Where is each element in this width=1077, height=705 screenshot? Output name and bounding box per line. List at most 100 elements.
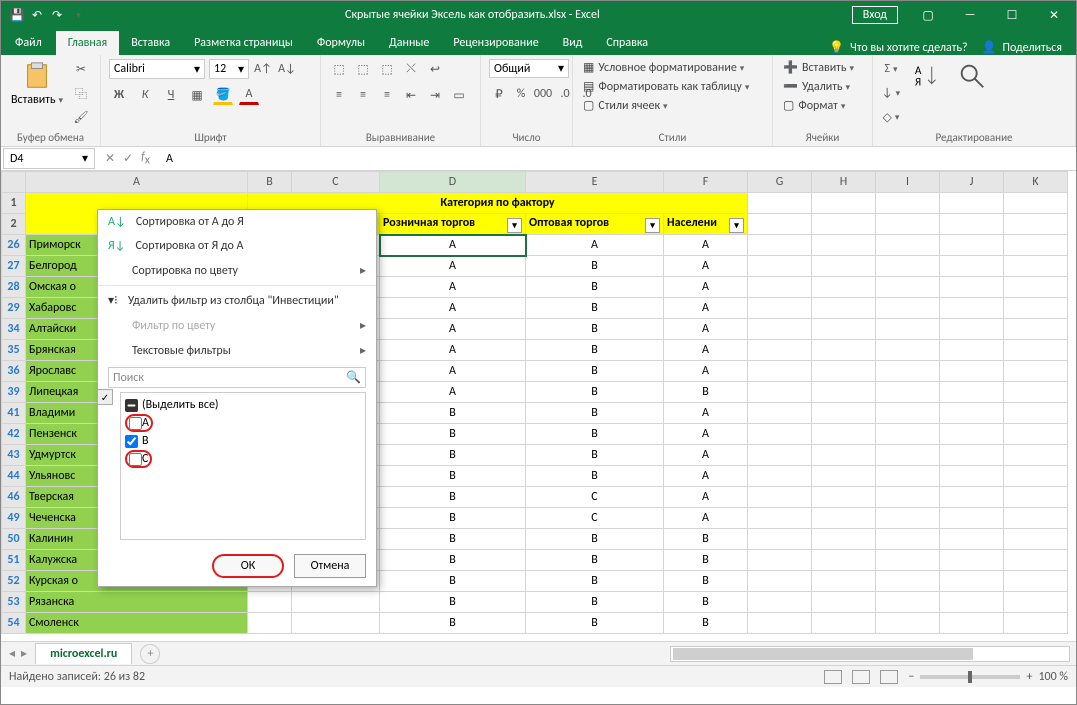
data-cell[interactable]: B (526, 550, 664, 571)
col-header-a[interactable]: A (26, 172, 248, 193)
data-cell[interactable]: B (526, 256, 664, 277)
data-cell[interactable]: A (380, 319, 526, 340)
align-left-icon[interactable]: ≡ (329, 85, 349, 105)
data-cell[interactable]: B (380, 550, 526, 571)
zoom-slider[interactable] (920, 675, 1020, 679)
data-cell[interactable]: B (380, 403, 526, 424)
row-header[interactable]: 26 (2, 235, 26, 256)
filter-search-input[interactable]: Поиск🔍 (108, 367, 366, 388)
copy-icon[interactable]: ⿻ (71, 83, 91, 103)
row-header[interactable]: 51 (2, 550, 26, 571)
col-header-i[interactable]: I (876, 172, 940, 193)
filter-option-a[interactable]: A (125, 413, 361, 433)
data-cell[interactable]: B (380, 445, 526, 466)
filter-option-b[interactable]: B (125, 433, 361, 449)
data-cell[interactable]: B (526, 529, 664, 550)
data-cell[interactable] (248, 613, 292, 634)
row-header[interactable]: 29 (2, 298, 26, 319)
filter-dropdown-icon[interactable]: ▾ (507, 218, 522, 233)
data-cell[interactable]: B (380, 592, 526, 613)
accept-formula-icon[interactable]: ✓ (123, 151, 133, 166)
percent-icon[interactable]: % (511, 84, 531, 104)
tab-insert[interactable]: Вставка (119, 31, 182, 55)
data-cell[interactable]: A (380, 235, 526, 256)
tab-home[interactable]: Главная (56, 31, 119, 55)
zoom-control[interactable]: − + 100 % (908, 670, 1068, 684)
font-color-icon[interactable]: A (239, 85, 259, 105)
option-b-checkbox[interactable] (125, 435, 138, 448)
filter-dropdown-icon[interactable]: ▾ (645, 218, 660, 233)
column-headers[interactable]: A B C D E F G H I J K (2, 172, 1068, 193)
col-header-j[interactable]: J (940, 172, 1004, 193)
tab-view[interactable]: Вид (551, 31, 595, 55)
name-box[interactable]: D4▾ (3, 148, 95, 169)
data-cell[interactable]: C (526, 508, 664, 529)
row-header[interactable]: 36 (2, 361, 26, 382)
insert-cells-button[interactable]: ➕Вставить (781, 59, 856, 76)
data-cell[interactable]: A (664, 361, 748, 382)
cut-icon[interactable]: ✂ (71, 59, 91, 79)
filter-select-all[interactable]: (Выделить все) (125, 397, 361, 413)
clear-icon[interactable]: ◇ (881, 107, 901, 127)
fx-icon[interactable]: fx (141, 150, 150, 167)
data-cell[interactable]: A (380, 277, 526, 298)
sheet-nav-next-icon[interactable]: ▸ (21, 646, 27, 661)
align-middle-icon[interactable]: ⬚ (353, 59, 373, 79)
data-cell[interactable]: B (664, 613, 748, 634)
data-cell[interactable]: A (380, 256, 526, 277)
tab-review[interactable]: Рецензирование (441, 31, 550, 55)
data-cell[interactable]: A (380, 340, 526, 361)
format-painter-icon[interactable]: 🖌 (71, 107, 91, 127)
data-cell[interactable]: A (664, 340, 748, 361)
col-header-b[interactable]: B (248, 172, 292, 193)
row-header[interactable]: 35 (2, 340, 26, 361)
row-header[interactable]: 41 (2, 403, 26, 424)
minimize-icon[interactable]: — (950, 1, 990, 29)
sort-za-item[interactable]: Я↓Сортировка от Я до А (98, 234, 376, 258)
select-all-rows-checkbox[interactable]: ✓ (97, 389, 113, 405)
data-cell[interactable]: B (664, 550, 748, 571)
data-cell[interactable]: B (526, 361, 664, 382)
data-cell[interactable]: A (664, 487, 748, 508)
filter-header[interactable]: Розничная торгов▾ (380, 214, 526, 235)
paste-button[interactable]: Вставить (9, 59, 65, 109)
filter-checklist[interactable]: (Выделить все) A B C (120, 392, 366, 540)
row-header[interactable]: 50 (2, 529, 26, 550)
data-cell[interactable]: B (526, 277, 664, 298)
row-header[interactable]: 52 (2, 571, 26, 592)
border-icon[interactable]: ▦ (187, 85, 207, 105)
tell-me[interactable]: 💡Что вы хотите сделать? (829, 40, 967, 55)
fill-icon[interactable]: ↓ (881, 83, 901, 103)
data-cell[interactable]: B (664, 529, 748, 550)
tab-formulas[interactable]: Формулы (305, 31, 377, 55)
data-cell[interactable]: Рязанска (26, 592, 248, 613)
close-icon[interactable]: ✕ (1034, 1, 1074, 29)
data-cell[interactable]: B (526, 592, 664, 613)
row-header[interactable]: 34 (2, 319, 26, 340)
filter-option-c[interactable]: C (125, 449, 361, 469)
text-filters-item[interactable]: Текстовые фильтры▸ (98, 338, 376, 363)
merge-icon[interactable]: ▭ (449, 85, 469, 105)
sign-in-button[interactable]: Вход (852, 6, 898, 24)
data-cell[interactable]: B (526, 340, 664, 361)
page-break-view-icon[interactable] (880, 670, 898, 684)
format-as-table-button[interactable]: ▤Форматировать как таблицу (581, 78, 751, 95)
format-cells-button[interactable]: ▢Формат (781, 97, 847, 114)
data-cell[interactable]: A (664, 403, 748, 424)
increase-font-icon[interactable]: A↑ (253, 59, 273, 79)
data-cell[interactable] (292, 613, 380, 634)
sort-filter-button[interactable]: AЯ (911, 59, 945, 93)
delete-cells-button[interactable]: ➖Удалить (781, 78, 852, 95)
align-bottom-icon[interactable]: ⬚ (377, 59, 397, 79)
save-icon[interactable]: 💾 (9, 7, 25, 23)
data-cell[interactable]: B (380, 487, 526, 508)
decrease-font-icon[interactable]: A↓ (277, 59, 297, 79)
cancel-formula-icon[interactable]: ✕ (105, 151, 115, 166)
tab-help[interactable]: Справка (594, 31, 660, 55)
option-c-checkbox[interactable] (129, 453, 142, 466)
data-cell[interactable]: B (526, 298, 664, 319)
data-cell[interactable]: B (664, 382, 748, 403)
data-cell[interactable]: B (526, 424, 664, 445)
data-cell[interactable]: A (664, 466, 748, 487)
horizontal-scrollbar[interactable] (670, 646, 1070, 662)
